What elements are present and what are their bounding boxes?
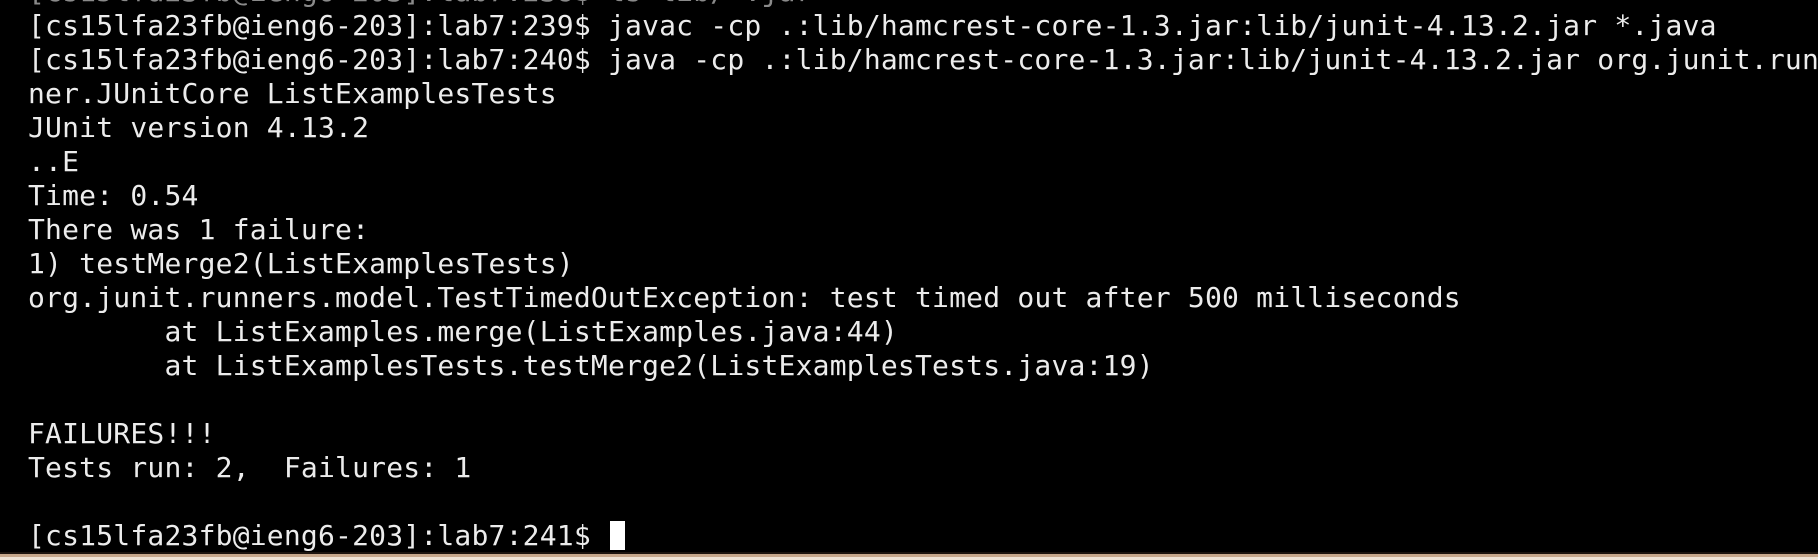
terminal-line-java-command: [cs15lfa23fb@ieng6-203]:lab7:240$ java -… (28, 43, 1818, 76)
terminal-line-stack-frame: at ListExamples.merge(ListExamples.java:… (28, 315, 898, 348)
terminal-output: [cs15lfa23fb@ieng6-203]:lab7:238$ ls lib… (28, 0, 1818, 552)
terminal-line-junit-version: JUnit version 4.13.2 (28, 111, 370, 144)
terminal-line-failure-count: There was 1 failure: (28, 213, 370, 246)
terminal-line-failures-banner: FAILURES!!! (28, 417, 216, 450)
text-cursor (609, 521, 625, 550)
terminal-line-current-prompt[interactable]: [cs15lfa23fb@ieng6-203]:lab7:241$ (28, 519, 1818, 552)
terminal-line-java-command-wrap: ner.JUnitCore ListExamplesTests (28, 77, 557, 110)
terminal-line-time: Time: 0.54 (28, 179, 199, 212)
terminal-line-test-summary: Tests run: 2, Failures: 1 (28, 451, 472, 484)
terminal-window[interactable]: [cs15lfa23fb@ieng6-203]:lab7:238$ ls lib… (0, 0, 1818, 552)
shell-prompt: [cs15lfa23fb@ieng6-203]:lab7:241$ (28, 519, 591, 552)
terminal-line-exception: org.junit.runners.model.TestTimedOutExce… (28, 281, 1461, 314)
terminal-line-test-progress: ..E (28, 145, 80, 178)
terminal-line-javac-command: [cs15lfa23fb@ieng6-203]:lab7:239$ javac … (28, 9, 1717, 42)
terminal-line-partial: [cs15lfa23fb@ieng6-203]:lab7:238$ ls lib… (28, 0, 1818, 9)
window-bottom-border (0, 552, 1818, 560)
terminal-line-failed-test: 1) testMerge2(ListExamplesTests) (28, 247, 574, 280)
terminal-line-stack-frame: at ListExamplesTests.testMerge2(ListExam… (28, 349, 1154, 382)
